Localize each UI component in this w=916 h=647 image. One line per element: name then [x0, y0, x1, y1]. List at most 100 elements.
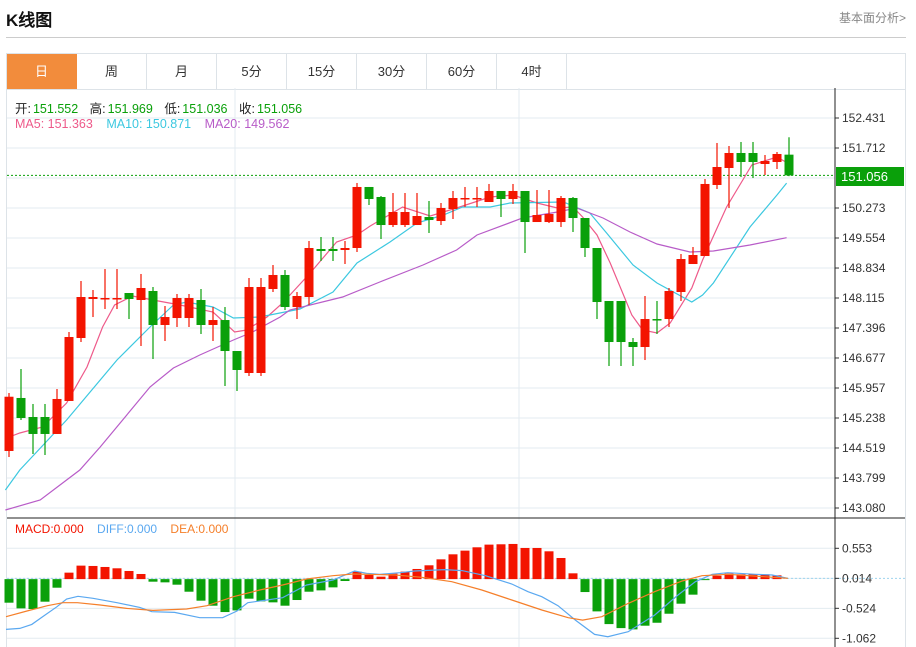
dea-value: DEA:0.000	[170, 522, 229, 536]
candle	[412, 192, 422, 226]
candle	[700, 179, 710, 257]
candle-body	[172, 298, 182, 319]
candle-body	[220, 320, 230, 352]
candle-body	[736, 152, 746, 163]
candle-body	[292, 296, 302, 308]
macd-bar	[220, 579, 230, 613]
macd-bar	[52, 579, 62, 588]
current-price-badge: 151.056	[836, 167, 904, 186]
candle	[424, 200, 434, 233]
macd-bar	[196, 579, 206, 601]
candle-body	[208, 320, 218, 325]
macd-bar	[340, 579, 350, 582]
candle	[352, 182, 362, 253]
macd-bar	[616, 579, 626, 629]
candle-body	[556, 197, 566, 223]
macd-tick-label: -0.524	[842, 601, 876, 615]
macd-tick-label: -1.062	[842, 631, 876, 645]
candles	[4, 137, 794, 457]
candle-body	[496, 190, 506, 199]
macd-bar	[520, 547, 530, 580]
candle	[52, 389, 62, 434]
candle	[172, 294, 182, 327]
candle	[196, 288, 206, 334]
macd-value: MACD:0.000	[15, 522, 84, 536]
ma-legend: MA5: 151.363 MA10: 150.871 MA20: 149.562	[15, 117, 291, 131]
macd-bar	[124, 570, 134, 580]
candle-body	[328, 249, 338, 252]
candle	[628, 338, 638, 366]
close-value: 151.056	[256, 102, 303, 116]
low-label: 低:	[164, 102, 181, 116]
candle	[208, 307, 218, 342]
macd-bar	[580, 579, 590, 593]
candle	[640, 296, 650, 361]
macd-bar	[508, 543, 518, 580]
candle-body	[436, 208, 446, 222]
macd-bar	[244, 579, 254, 599]
macd-bar	[556, 557, 566, 580]
candle-body	[592, 248, 602, 303]
candle-body	[64, 337, 74, 401]
macd-bar	[496, 544, 506, 580]
candle	[748, 141, 758, 179]
macd-bar	[112, 568, 122, 580]
candle	[328, 236, 338, 262]
candle	[784, 137, 794, 177]
candle	[376, 195, 386, 239]
macd-bar	[64, 572, 74, 580]
candle	[184, 294, 194, 327]
candle-body	[100, 298, 110, 300]
macd-bar	[4, 579, 14, 603]
candle-body	[160, 317, 170, 325]
price-tick-label: 145.957	[842, 381, 886, 395]
macd-tick-label: 0.014	[842, 571, 872, 585]
ma5-legend: MA5: 151.363	[15, 117, 93, 131]
macd-bar	[76, 565, 86, 580]
candle	[232, 351, 242, 392]
macd-bar	[568, 573, 578, 580]
candle	[124, 293, 134, 320]
candle	[484, 183, 494, 202]
candle-body	[364, 186, 374, 199]
macd-bar	[532, 547, 542, 580]
candle	[244, 277, 254, 376]
macd-bar	[316, 579, 326, 591]
candle	[520, 190, 530, 254]
macd-bar	[184, 579, 194, 592]
price-tick-label: 151.712	[842, 141, 886, 155]
candle	[88, 289, 98, 318]
candle-body	[16, 397, 26, 418]
candle-body	[712, 167, 722, 185]
close-label: 收:	[238, 102, 255, 116]
macd-bar	[16, 579, 26, 609]
candle-body	[628, 342, 638, 348]
candle-body	[244, 286, 254, 373]
high-label: 高:	[89, 102, 106, 116]
candle	[112, 269, 122, 310]
macd-bar	[148, 579, 158, 582]
candle	[652, 301, 662, 334]
candle-body	[460, 197, 470, 200]
macd-bar	[712, 575, 722, 580]
candle-body	[568, 197, 578, 219]
price-tick-label: 143.799	[842, 471, 886, 485]
candle-body	[472, 197, 482, 200]
candle-body	[748, 152, 758, 163]
price-tick-label: 152.431	[842, 111, 886, 125]
candle	[4, 393, 14, 457]
candle	[64, 331, 74, 401]
candle-body	[28, 416, 38, 434]
candle-body	[52, 398, 62, 434]
candle	[556, 195, 566, 228]
candle-body	[448, 197, 458, 210]
candle	[616, 301, 626, 366]
candle	[76, 280, 86, 343]
macd-legend: MACD:0.000 DIFF:0.000 DEA:0.000	[15, 522, 230, 536]
candle-body	[784, 154, 794, 176]
ma10-legend: MA10: 150.871	[106, 117, 192, 131]
candle-body	[268, 274, 278, 289]
ma-lines	[4, 156, 788, 511]
ohlc-legend: 开: 151.552 高: 151.969 低: 151.036 收: 151.056	[15, 98, 304, 117]
candle-body	[664, 290, 674, 320]
